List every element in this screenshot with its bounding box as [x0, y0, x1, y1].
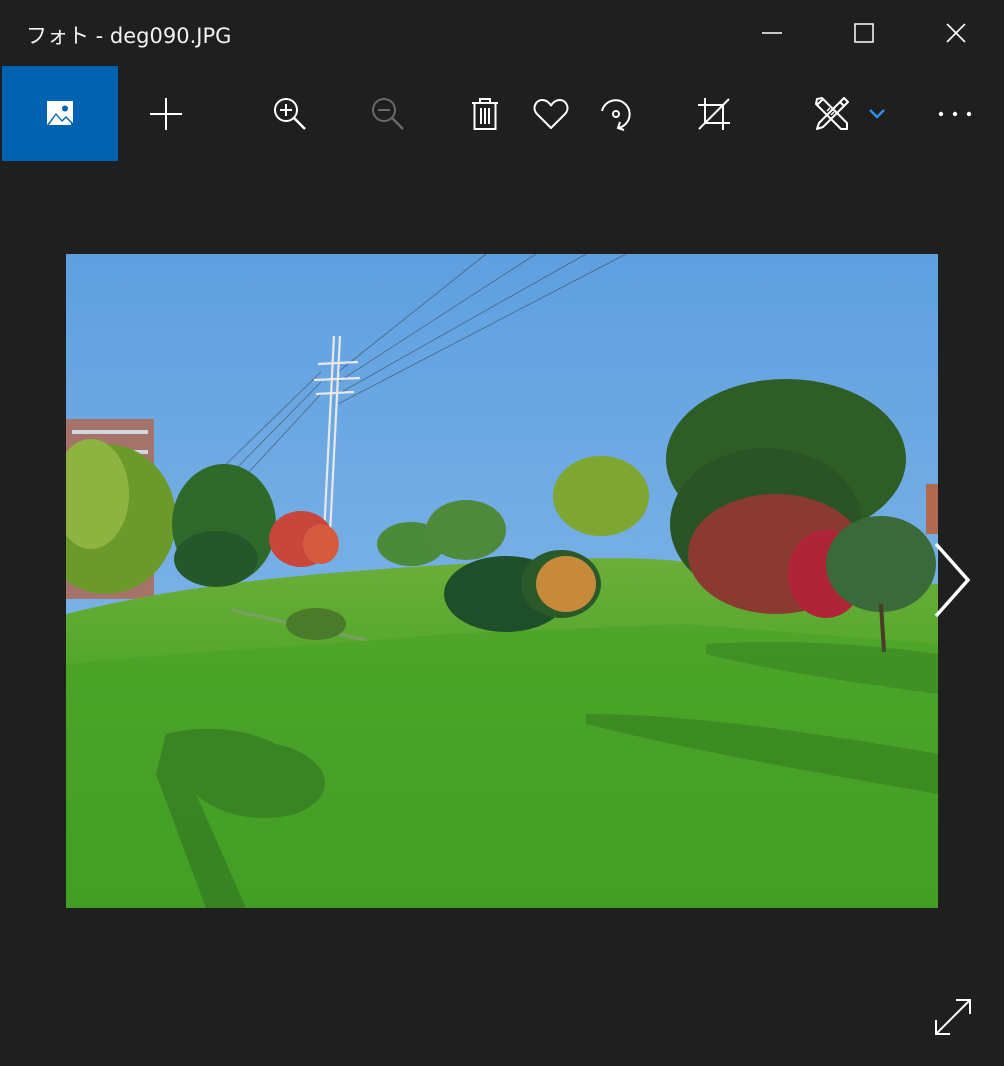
zoom-in-button[interactable] [258, 66, 322, 161]
add-icon [150, 97, 182, 130]
minimize-icon [762, 32, 782, 34]
edit-draw-button[interactable] [800, 66, 864, 161]
landscape-photo [66, 254, 938, 908]
delete-button[interactable] [454, 66, 516, 161]
edit-draw-icon [815, 96, 849, 130]
window-title: フォト - deg090.JPG [26, 24, 232, 48]
more-icon [938, 111, 972, 116]
more-options-button[interactable] [924, 66, 986, 161]
zoom-out-button[interactable] [356, 66, 420, 161]
rotate-icon [601, 98, 631, 131]
crop-button[interactable] [682, 66, 746, 161]
delete-icon [472, 97, 498, 130]
toolbar [0, 66, 1004, 161]
favorite-icon [533, 98, 569, 129]
close-button[interactable] [910, 0, 1002, 66]
next-image-button[interactable] [922, 540, 982, 620]
collection-button[interactable] [2, 66, 118, 161]
crop-icon [698, 97, 730, 130]
fullscreen-button[interactable] [924, 988, 982, 1046]
zoom-in-icon [274, 97, 306, 130]
photo-viewer[interactable] [66, 254, 938, 908]
maximize-button[interactable] [818, 0, 910, 66]
close-icon [946, 23, 966, 43]
zoom-out-icon [372, 97, 404, 130]
favorite-button[interactable] [520, 66, 582, 161]
minimize-button[interactable] [726, 0, 818, 66]
edit-dropdown-button[interactable] [862, 66, 892, 161]
maximize-icon [854, 23, 874, 43]
picture-icon [47, 100, 73, 127]
chevron-down-icon [869, 108, 885, 119]
add-button[interactable] [134, 66, 198, 161]
rotate-button[interactable] [584, 66, 648, 161]
expand-icon [935, 999, 971, 1035]
title-bar: フォト - deg090.JPG [0, 0, 1004, 66]
chevron-right-icon [934, 542, 971, 618]
